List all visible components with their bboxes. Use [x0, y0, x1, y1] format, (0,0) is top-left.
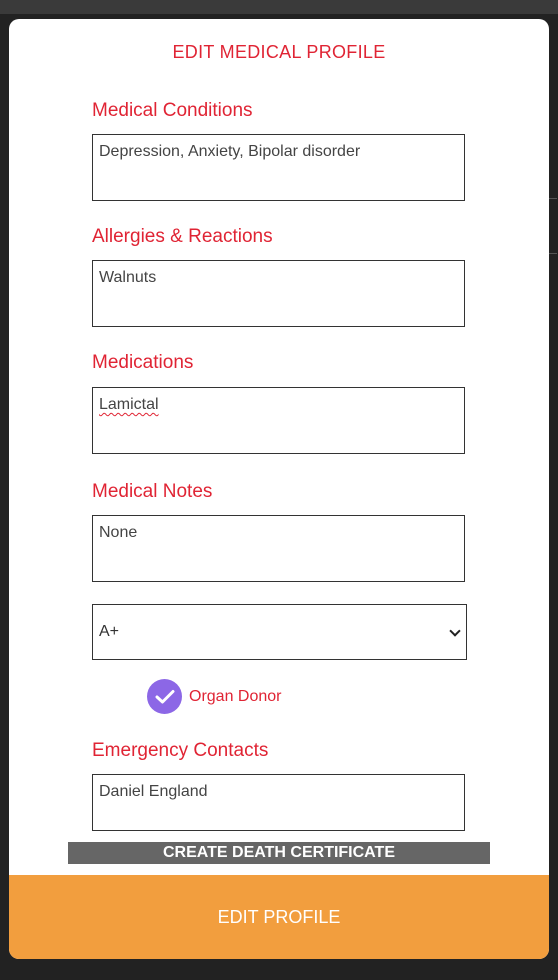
medications-label: Medications: [92, 352, 194, 373]
emergency-contacts-input[interactable]: Daniel England: [92, 774, 465, 831]
chevron-down-icon: [450, 627, 460, 637]
background-topbar: [0, 0, 558, 14]
medical-notes-input[interactable]: None: [92, 515, 465, 582]
medical-conditions-input[interactable]: Depression, Anxiety, Bipolar disorder: [92, 134, 465, 201]
emergency-contacts-label: Emergency Contacts: [92, 740, 269, 761]
edit-medical-profile-modal: EDIT MEDICAL PROFILE Medical Conditions …: [9, 19, 549, 959]
create-death-certificate-button[interactable]: CREATE DEATH CERTIFICATE: [68, 842, 490, 864]
organ-donor-label: Organ Donor: [189, 687, 282, 705]
medications-value: Lamictal: [99, 396, 159, 413]
allergies-label: Allergies & Reactions: [92, 226, 273, 247]
medications-input[interactable]: Lamictal: [92, 387, 465, 454]
organ-donor-checkbox[interactable]: Organ Donor: [147, 679, 282, 714]
allergies-input[interactable]: Walnuts: [92, 260, 465, 327]
modal-title: EDIT MEDICAL PROFILE: [172, 42, 386, 62]
edit-profile-button[interactable]: EDIT PROFILE: [9, 875, 549, 959]
medical-conditions-label: Medical Conditions: [92, 100, 253, 121]
medical-notes-label: Medical Notes: [92, 481, 213, 502]
blood-type-value: A+: [99, 623, 120, 640]
blood-type-select[interactable]: A+: [92, 604, 467, 660]
check-icon[interactable]: [147, 679, 182, 714]
